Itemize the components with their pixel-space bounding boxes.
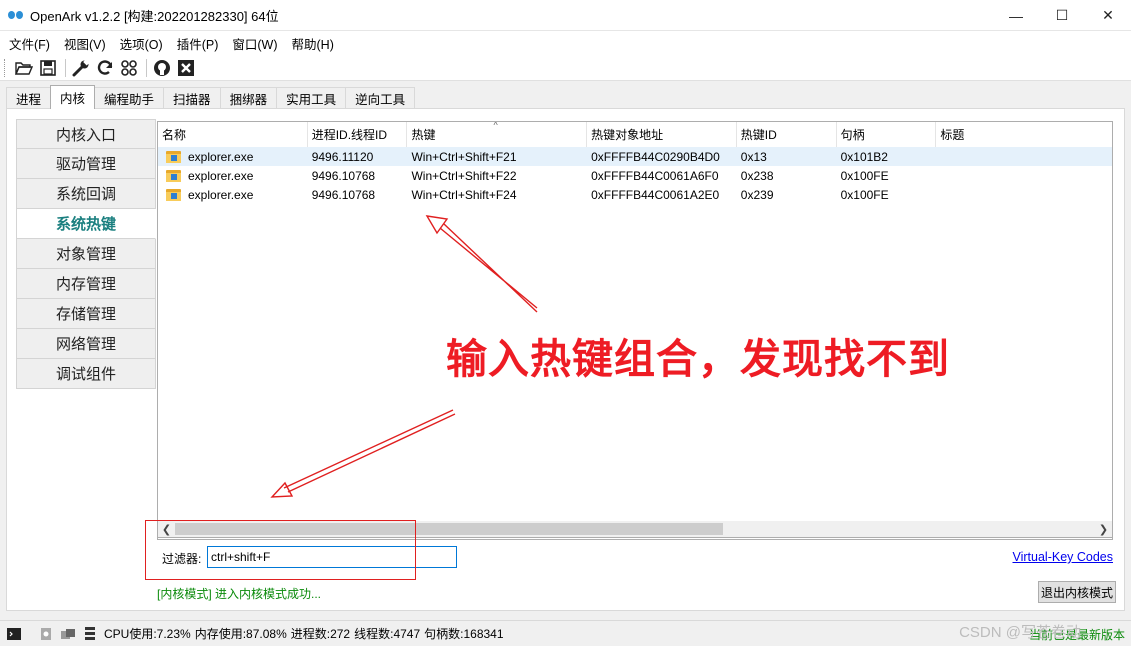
toolbar: [0, 55, 1131, 81]
save-icon[interactable]: [37, 57, 59, 79]
sidebar-item-driver-manager[interactable]: 驱动管理: [16, 149, 156, 179]
table-row[interactable]: explorer.exe 9496.10768 Win+Ctrl+Shift+F…: [158, 185, 1112, 204]
kernel-mode-status: [内核模式] 进入内核模式成功...: [157, 587, 322, 601]
tab-scanner[interactable]: 扫描器: [163, 87, 221, 109]
cell-object-address: 0xFFFFB44C0290B4D0: [591, 149, 720, 164]
cell-pid-tid: 9496.10768: [311, 187, 376, 202]
status-bar: CPU使用:7.23% 内存使用:87.08% 进程数:272 线程数:4747…: [0, 620, 1131, 646]
cpu-usage: CPU使用:7.23%: [104, 627, 191, 641]
grid-icon[interactable]: [118, 57, 140, 79]
annotation-highlight-box: [145, 520, 416, 580]
tab-kernel[interactable]: 内核: [50, 85, 96, 109]
github-icon[interactable]: [151, 57, 173, 79]
kernel-sidebar: 内核入口 驱动管理 系统回调 系统热键 对象管理 内存管理 存储管理 网络管理 …: [16, 119, 156, 389]
exit-kernel-mode-button[interactable]: 退出内核模式: [1038, 581, 1116, 603]
window-title: OpenArk v1.2.2 [构建:202201282330] 64位: [30, 8, 279, 24]
column-header-pid-tid[interactable]: 进程ID.线程ID: [308, 122, 408, 147]
sidebar-item-storage-manager[interactable]: 存储管理: [16, 299, 156, 329]
title-bar: OpenArk v1.2.2 [构建:202201282330] 64位 — ☐…: [0, 0, 1131, 31]
cell-pid-tid: 9496.11120: [311, 149, 374, 164]
thread-count: 线程数:4747: [354, 627, 421, 641]
table-header: 名称 进程ID.线程ID 热键 ^ 热键对象地址 热键ID 句柄 标题: [158, 122, 1112, 147]
maximize-button[interactable]: ☐: [1039, 0, 1085, 31]
sort-ascending-icon: ^: [493, 121, 498, 130]
column-header-hotkey-id[interactable]: 热键ID: [737, 122, 837, 147]
cell-handle: 0x100FE: [840, 168, 889, 183]
csdn-watermark: CSDN @写苍卷动: [959, 624, 1081, 641]
virtual-key-codes-link[interactable]: Virtual-Key Codes: [1012, 550, 1113, 564]
cell-hotkey: Win+Ctrl+Shift+F21: [411, 149, 517, 164]
tab-process[interactable]: 进程: [6, 87, 52, 109]
column-header-hotkey[interactable]: 热键 ^: [407, 121, 588, 147]
refresh-icon[interactable]: [94, 57, 116, 79]
toolbar-grip[interactable]: [4, 58, 7, 77]
sidebar-item-memory-manager[interactable]: 内存管理: [16, 269, 156, 299]
toolbar-separator: [65, 58, 66, 77]
cell-hotkey-id: 0x238: [740, 168, 774, 183]
cell-hotkey-id: 0x239: [740, 187, 774, 202]
sidebar-item-object-manager[interactable]: 对象管理: [16, 239, 156, 269]
menu-options[interactable]: 选项(O): [113, 34, 170, 53]
explorer-folder-icon: [166, 188, 181, 201]
explorer-folder-icon: [166, 150, 181, 163]
cell-object-address: 0xFFFFB44C0061A6F0: [591, 168, 719, 183]
openark-logo-icon: [8, 7, 24, 23]
menu-file[interactable]: 文件(F): [2, 34, 57, 53]
console-icon[interactable]: [6, 627, 22, 641]
cell-name: explorer.exe: [188, 168, 254, 183]
process-count: 进程数:272: [290, 627, 351, 641]
menu-help[interactable]: 帮助(H): [285, 34, 341, 53]
main-tabs: 进程 内核 编程助手 扫描器 捆绑器 实用工具 逆向工具: [6, 85, 416, 109]
menu-view[interactable]: 视图(V): [57, 34, 113, 53]
explorer-folder-icon: [166, 169, 181, 182]
tab-coder[interactable]: 编程助手: [94, 87, 165, 109]
scroll-right-icon[interactable]: ❯: [1095, 521, 1112, 537]
memory-usage: 内存使用:87.08%: [194, 627, 287, 641]
cell-hotkey: Win+Ctrl+Shift+F24: [411, 187, 517, 202]
cell-handle: 0x101B2: [840, 149, 888, 164]
menu-bar: 文件(F) 视图(V) 选项(O) 插件(P) 窗口(W) 帮助(H): [0, 31, 1131, 55]
cell-hotkey: Win+Ctrl+Shift+F22: [411, 168, 517, 183]
open-folder-icon[interactable]: [13, 57, 35, 79]
settings-icon[interactable]: [38, 627, 54, 641]
tab-bundler[interactable]: 捆绑器: [219, 87, 278, 109]
sidebar-item-system-hotkeys[interactable]: 系统热键: [16, 209, 156, 239]
table-row[interactable]: explorer.exe 9496.10768 Win+Ctrl+Shift+F…: [158, 166, 1112, 185]
column-header-handle[interactable]: 句柄: [837, 122, 937, 147]
tab-reverse[interactable]: 逆向工具: [345, 87, 416, 109]
annotation-text: 输入热键组合，发现找不到: [446, 335, 950, 383]
sidebar-item-network-manager[interactable]: 网络管理: [16, 329, 156, 359]
cell-object-address: 0xFFFFB44C0061A2E0: [591, 187, 720, 202]
column-header-hotkey-label: 热键: [411, 128, 436, 142]
cell-name: explorer.exe: [188, 149, 254, 164]
menu-plugins[interactable]: 插件(P): [170, 34, 226, 53]
handle-count: 句柄数:168341: [424, 627, 504, 641]
close-box-icon[interactable]: [175, 57, 197, 79]
column-header-title[interactable]: 标题: [936, 122, 1112, 147]
cell-pid-tid: 9496.10768: [311, 168, 376, 183]
tab-utilities[interactable]: 实用工具: [276, 87, 347, 109]
cell-handle: 0x100FE: [840, 187, 889, 202]
cell-hotkey-id: 0x13: [740, 149, 767, 164]
wrench-icon[interactable]: [70, 57, 92, 79]
toolbar-separator: [146, 58, 147, 77]
sidebar-item-kernel-entry[interactable]: 内核入口: [16, 119, 156, 149]
menu-window[interactable]: 窗口(W): [225, 34, 284, 53]
stack-icon[interactable]: [82, 626, 98, 641]
network-icon[interactable]: [60, 627, 76, 641]
cell-name: explorer.exe: [188, 187, 254, 202]
column-header-name[interactable]: 名称: [158, 122, 308, 147]
column-header-object-address[interactable]: 热键对象地址: [587, 122, 737, 147]
sidebar-item-debug-components[interactable]: 调试组件: [16, 359, 156, 389]
minimize-button[interactable]: —: [993, 0, 1039, 31]
close-button[interactable]: ✕: [1085, 0, 1131, 31]
sidebar-item-system-callbacks[interactable]: 系统回调: [16, 179, 156, 209]
table-row[interactable]: explorer.exe 9496.11120 Win+Ctrl+Shift+F…: [158, 147, 1112, 166]
